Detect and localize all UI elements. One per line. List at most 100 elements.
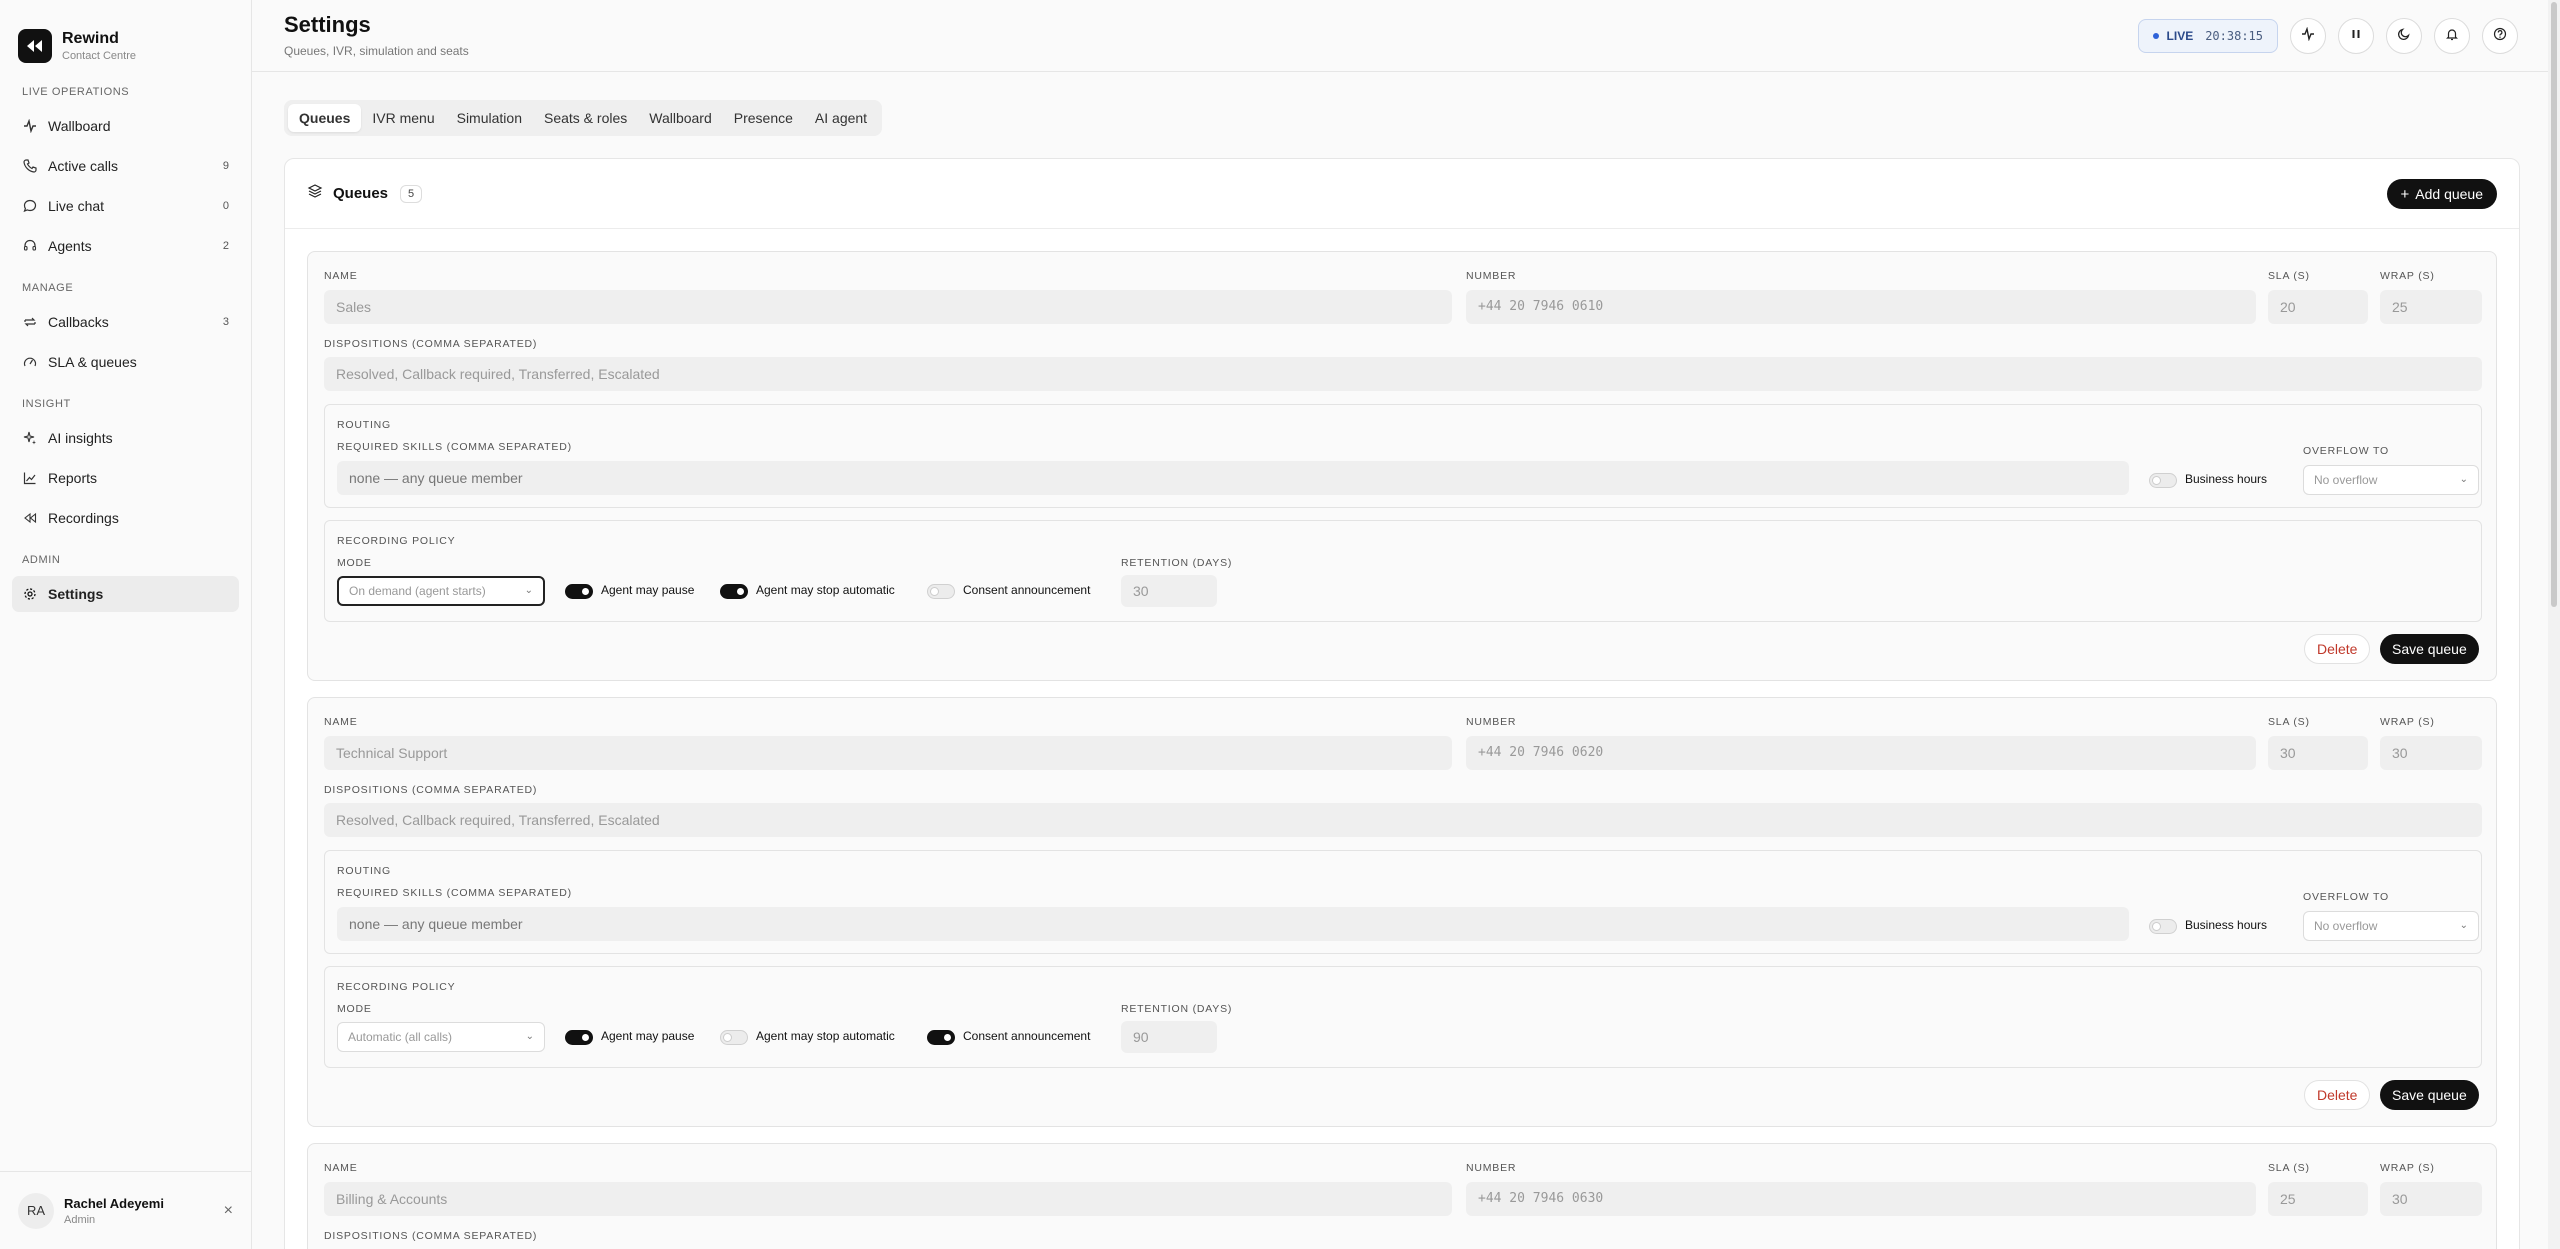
sidebar-item-active-calls[interactable]: Active calls 9 [12,148,239,184]
add-queue-button[interactable]: + Add queue [2386,179,2497,209]
routing-label: ROUTING [337,419,392,431]
tab-wallboard[interactable]: Wallboard [638,104,723,132]
mode-label: MODE [337,557,372,569]
queue-number-input[interactable]: +44 20 7946 0620 [1466,736,2256,770]
sidebar-item-agents[interactable]: Agents 2 [12,228,239,264]
routing-section: ROUTING REQUIRED SKILLS (COMMA SEPARATED… [324,404,2482,508]
wrap-input[interactable]: 30 [2380,736,2482,770]
live-clock: 20:38:15 [2205,29,2263,43]
retention-input[interactable]: 30 [1121,575,1217,607]
delete-queue-button[interactable]: Delete [2304,634,2371,664]
tab-simulation[interactable]: Simulation [446,104,533,132]
line-chart-icon [22,470,38,486]
tab-ivr-menu[interactable]: IVR menu [361,104,445,132]
tab-seats-roles[interactable]: Seats & roles [533,104,638,132]
user-profile[interactable]: RA Rachel Adeyemi Admin × [0,1171,251,1249]
overflow-label: OVERFLOW TO [2303,891,2390,903]
rewind-logo-icon [18,29,52,63]
dispositions-label: DISPOSITIONS (COMMA SEPARATED) [324,338,538,350]
dark-mode-button[interactable] [2386,18,2422,54]
sla-input[interactable]: 20 [2268,290,2368,324]
page-header: Settings Queues, IVR, simulation and sea… [252,0,2560,72]
required-skills-input[interactable]: none — any queue member [337,461,2129,495]
dispositions-input[interactable]: Resolved, Callback required, Transferred… [324,803,2482,837]
settings-tabs: Queues IVR menu Simulation Seats & roles… [284,100,883,136]
agent-pause-toggle[interactable] [565,1030,593,1045]
nav-section-insight: INSIGHT [22,398,71,410]
wrap-label: WRAP (S) [2380,1162,2435,1174]
avatar: RA [18,1192,54,1229]
sidebar-item-label: AI insights [48,430,113,446]
sidebar-item-settings[interactable]: Settings [12,576,239,612]
wrap-input[interactable]: 25 [2380,290,2482,324]
required-skills-input[interactable]: none — any queue member [337,907,2129,941]
queue-name-input[interactable]: Billing & Accounts [324,1182,1452,1216]
required-skills-label: REQUIRED SKILLS (COMMA SEPARATED) [337,441,572,453]
agent-stop-toggle[interactable] [720,584,748,599]
sidebar-item-wallboard[interactable]: Wallboard [12,108,239,144]
help-button[interactable] [2482,18,2518,54]
overflow-select[interactable]: No overflow ⌄ [2303,911,2479,941]
sidebar-item-ai-insights[interactable]: AI insights [12,420,239,456]
wrap-input[interactable]: 30 [2380,1182,2482,1216]
mode-select[interactable]: On demand (agent starts) ⌄ [337,576,545,606]
user-role: Admin [64,1213,96,1226]
recording-policy-section: RECORDING POLICY MODE On demand (agent s… [324,520,2482,622]
consent-label: Consent announcement [963,583,1091,597]
sidebar-item-recordings[interactable]: Recordings [12,500,239,536]
activity-button[interactable] [2290,18,2326,54]
activity-icon [22,118,38,134]
sidebar-item-reports[interactable]: Reports [12,460,239,496]
main-content: Settings Queues, IVR, simulation and sea… [252,0,2560,1249]
overflow-select[interactable]: No overflow ⌄ [2303,465,2479,495]
live-status-badge: LIVE 20:38:15 [2137,19,2278,53]
sidebar-item-count: 9 [222,160,229,172]
recording-policy-label: RECORDING POLICY [337,981,456,993]
sidebar-item-label: Reports [48,470,98,486]
sla-input[interactable]: 30 [2268,736,2368,770]
agent-pause-toggle[interactable] [565,584,593,599]
sla-input[interactable]: 25 [2268,1182,2368,1216]
number-label: NUMBER [1466,270,1517,282]
sidebar-item-callbacks[interactable]: Callbacks 3 [12,304,239,340]
business-hours-toggle[interactable] [2149,473,2177,488]
consent-toggle[interactable] [927,584,955,599]
save-queue-button[interactable]: Save queue [2380,634,2479,664]
agent-stop-toggle[interactable] [720,1030,748,1045]
queue-number-input[interactable]: +44 20 7946 0610 [1466,290,2256,324]
notifications-button[interactable] [2434,18,2470,54]
moon-icon [2397,27,2411,46]
tab-presence[interactable]: Presence [723,104,804,132]
business-hours-toggle[interactable] [2149,919,2177,934]
page-scrollbar[interactable] [2548,0,2560,1249]
sidebar-item-live-chat[interactable]: Live chat 0 [12,188,239,224]
close-icon[interactable]: × [224,1202,233,1220]
number-label: NUMBER [1466,1162,1517,1174]
panel-title: Queues [333,185,389,202]
queue-name-input[interactable]: Sales [324,290,1452,324]
tab-queues[interactable]: Queues [288,104,362,132]
retention-input[interactable]: 90 [1121,1021,1217,1053]
tab-ai-agent[interactable]: AI agent [804,104,878,132]
consent-toggle[interactable] [927,1030,955,1045]
queue-number-input[interactable]: +44 20 7946 0630 [1466,1182,2256,1216]
mode-select[interactable]: Automatic (all calls) ⌄ [337,1022,545,1052]
scrollbar-thumb[interactable] [2551,2,2557,607]
pause-button[interactable] [2338,18,2374,54]
bell-icon [2445,27,2459,46]
sidebar-item-label: Active calls [48,158,119,174]
consent-label: Consent announcement [963,1029,1091,1043]
nav-section-manage: MANAGE [22,282,74,294]
gauge-icon [22,354,38,370]
queue-name-input[interactable]: Technical Support [324,736,1452,770]
brand[interactable]: Rewind Contact Centre [0,0,251,72]
dispositions-input[interactable]: Resolved, Callback required, Transferred… [324,357,2482,391]
sla-label: SLA (S) [2268,716,2310,728]
delete-queue-button[interactable]: Delete [2304,1080,2371,1110]
repeat-icon [22,314,38,330]
save-queue-button[interactable]: Save queue [2380,1080,2479,1110]
routing-section: ROUTING REQUIRED SKILLS (COMMA SEPARATED… [324,850,2482,954]
live-label: LIVE [2166,29,2194,43]
sla-label: SLA (S) [2268,1162,2310,1174]
sidebar-item-sla-queues[interactable]: SLA & queues [12,344,239,380]
